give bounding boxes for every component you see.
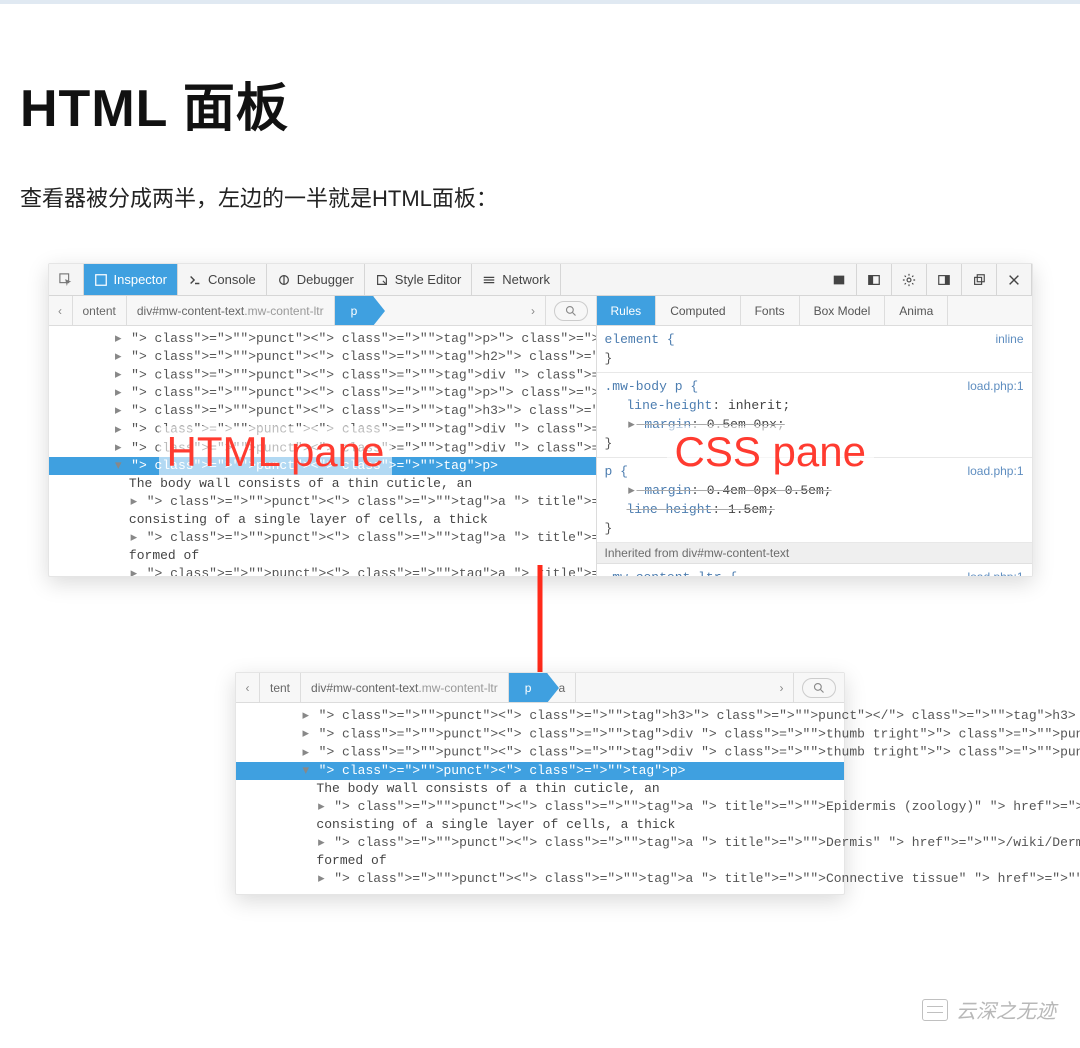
breadcrumb-bar-top: ‹ ontentdiv#mw-content-text.mw-content-l… [49, 296, 596, 326]
dom-node[interactable]: ▸ "> class">=">"">punct"><"> class">=">"… [236, 725, 844, 743]
crumb-back-button[interactable]: ‹ [49, 296, 73, 325]
close-button[interactable] [997, 264, 1032, 295]
dom-node[interactable]: ▸ "> class">=">"">punct"><"> class">=">"… [49, 384, 596, 402]
panel-mode-b-button[interactable] [857, 264, 892, 295]
devtools-top-panel: InspectorConsoleDebuggerStyle EditorNetw… [48, 263, 1033, 577]
breadcrumb-bar-bottom: ‹ tentdiv#mw-content-text.mw-content-ltr… [236, 673, 844, 703]
dom-node[interactable]: ▸ "> class">=">"">punct"><"> class">=">"… [49, 348, 596, 366]
crumb-search-button[interactable] [554, 301, 588, 321]
dock-side-icon [937, 273, 951, 287]
tab-network[interactable]: Network [472, 264, 561, 295]
css-source-link[interactable]: load.php:1 [967, 462, 1023, 481]
css-rules-list[interactable]: element {}inline.mw-body p {line-height:… [597, 326, 1032, 576]
page-title: HTML 面板 [20, 66, 1060, 141]
tab-inspector[interactable]: Inspector [84, 264, 178, 295]
css-rule-block[interactable]: .mw-body p {line-height: inherit;▸ margi… [597, 373, 1032, 458]
tab-console[interactable]: Console [178, 264, 267, 295]
dom-node[interactable]: ▸ "> class">=">"">punct"><"> class">=">"… [49, 493, 596, 511]
css-source-link[interactable]: load.php:1 [967, 377, 1023, 396]
rules-tab-box-model[interactable]: Box Model [800, 296, 886, 325]
dom-text[interactable]: consisting of a single layer of cells, a… [49, 511, 596, 529]
crumb-div-mw-content-text[interactable]: div#mw-content-text.mw-content-ltr [301, 673, 509, 702]
css-source-link[interactable]: inline [995, 330, 1023, 349]
element-picker-button[interactable] [49, 264, 84, 295]
watermark-icon [922, 999, 948, 1021]
css-rule-block[interactable]: .mw-content-ltr {direction: ltr;}load.ph… [597, 564, 1032, 576]
devtools-bottom-panel: ‹ tentdiv#mw-content-text.mw-content-ltr… [235, 672, 845, 895]
element-picker-icon [59, 273, 73, 287]
panel-mode-a-icon [832, 273, 846, 287]
devtools-toolbar: InspectorConsoleDebuggerStyle EditorNetw… [49, 264, 1032, 296]
dom-node[interactable]: ▸ "> class">=">"">punct"><"> class">=">"… [236, 798, 844, 816]
popout-button[interactable] [962, 264, 997, 295]
dom-node[interactable]: ▸ "> class">=">"">punct"><"> class">=">"… [49, 420, 596, 438]
crumb-ontent[interactable]: ontent [73, 296, 127, 325]
dom-node[interactable]: ▸ "> class">=">"">punct"><"> class">=">"… [49, 529, 596, 547]
dom-node[interactable]: ▾ "> class">=">"">punct"><"> class">=">"… [236, 762, 844, 780]
dom-text[interactable]: formed of [49, 547, 596, 565]
rules-tabs: RulesComputedFontsBox ModelAnima [597, 296, 1032, 326]
gear-button[interactable] [892, 264, 927, 295]
dom-node[interactable]: ▸ "> class">=">"">punct"><"> class">=">"… [49, 330, 596, 348]
crumb-search-button[interactable] [802, 678, 836, 698]
panel-mode-a-button[interactable] [822, 264, 857, 295]
dom-tree-bottom[interactable]: ▸ "> class">=">"">punct"><"> class">=">"… [236, 703, 844, 894]
intro-text: 查看器被分成两半，左边的一半就是HTML面板： [20, 181, 1060, 213]
gear-icon [902, 273, 916, 287]
search-icon [813, 682, 825, 694]
html-pane: ‹ ontentdiv#mw-content-text.mw-content-l… [49, 296, 597, 576]
watermark: 云深之无迹 [922, 995, 1056, 1024]
css-source-link[interactable]: load.php:1 [967, 568, 1023, 576]
dom-text[interactable]: formed of [236, 852, 844, 870]
crumb-back-button[interactable]: ‹ [236, 673, 260, 702]
dom-node[interactable]: ▾ "> class">=">"">punct"><"> class">=">"… [49, 457, 596, 475]
style-icon [375, 273, 389, 287]
dom-node[interactable]: ▸ "> class">=">"">punct"><"> class">=">"… [236, 834, 844, 852]
css-pane: RulesComputedFontsBox ModelAnima element… [597, 296, 1032, 576]
crumb-forward-button[interactable]: › [522, 296, 546, 325]
rules-tab-computed[interactable]: Computed [656, 296, 740, 325]
css-rule-block[interactable]: p {▸ margin: 0.4em 0px 0.5em;line-height… [597, 458, 1032, 543]
console-icon [188, 273, 202, 287]
popout-icon [972, 273, 986, 287]
inspector-icon [94, 273, 108, 287]
dom-node[interactable]: ▸ "> class">=">"">punct"><"> class">=">"… [49, 439, 596, 457]
rules-tab-rules[interactable]: Rules [597, 296, 657, 325]
dom-text[interactable]: The body wall consists of a thin cuticle… [236, 780, 844, 798]
tab-style-editor[interactable]: Style Editor [365, 264, 472, 295]
rules-tab-anima[interactable]: Anima [885, 296, 948, 325]
dom-node[interactable]: ▸ "> class">=">"">punct"><"> class">=">"… [236, 743, 844, 761]
rules-tab-fonts[interactable]: Fonts [741, 296, 800, 325]
dom-node[interactable]: ▸ "> class">=">"">punct"><"> class">=">"… [49, 366, 596, 384]
search-icon [565, 305, 577, 317]
network-icon [482, 273, 496, 287]
dom-text[interactable]: The body wall consists of a thin cuticle… [49, 475, 596, 493]
dom-node[interactable]: ▸ "> class">=">"">punct"><"> class">=">"… [236, 870, 844, 888]
css-rule-block[interactable]: element {}inline [597, 326, 1032, 373]
crumb-p[interactable]: p [335, 296, 375, 325]
watermark-text: 云深之无迹 [956, 995, 1056, 1024]
dom-text[interactable]: consisting of a single layer of cells, a… [236, 816, 844, 834]
dock-side-button[interactable] [927, 264, 962, 295]
dom-node[interactable]: ▸ "> class">=">"">punct"><"> class">=">"… [236, 707, 844, 725]
debugger-icon [277, 273, 291, 287]
tab-debugger[interactable]: Debugger [267, 264, 365, 295]
crumb-p[interactable]: p [509, 673, 549, 702]
crumb-forward-button[interactable]: › [770, 673, 794, 702]
expand-shorthand-icon[interactable]: ▸ [627, 415, 637, 434]
panel-mode-b-icon [867, 273, 881, 287]
close-icon [1007, 273, 1021, 287]
expand-shorthand-icon[interactable]: ▸ [627, 481, 637, 500]
crumb-div-mw-content-text[interactable]: div#mw-content-text.mw-content-ltr [127, 296, 335, 325]
crumb-tent[interactable]: tent [260, 673, 301, 702]
dom-node[interactable]: ▸ "> class">=">"">punct"><"> class">=">"… [49, 565, 596, 576]
inherited-from-header: Inherited from div#mw-content-text [597, 543, 1032, 564]
dom-tree-top[interactable]: ▸ "> class">=">"">punct"><"> class">=">"… [49, 326, 596, 576]
dom-node[interactable]: ▸ "> class">=">"">punct"><"> class">=">"… [49, 402, 596, 420]
